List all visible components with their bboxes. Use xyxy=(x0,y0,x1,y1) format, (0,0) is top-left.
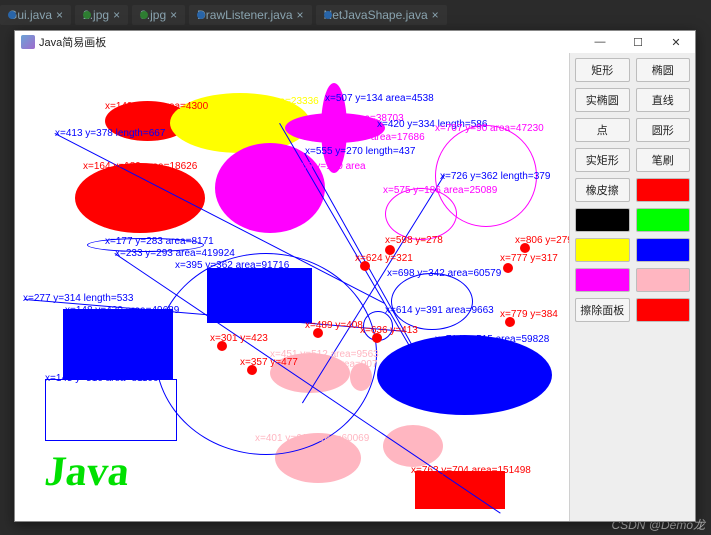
fill-oval-tool-button[interactable]: 实椭圆 xyxy=(575,88,630,112)
filled-ellipse xyxy=(75,163,205,233)
dot xyxy=(503,263,513,273)
shape-label: x=164 y=189 area=18626 xyxy=(83,161,197,172)
app-window: Java简易画板 — ☐ ✕ x=149 y=87 area=4300x=275… xyxy=(14,30,696,522)
color-swatch[interactable] xyxy=(636,298,691,322)
shape-label: x=806 y=279 xyxy=(515,235,569,246)
shape-label: x=489 y=408 xyxy=(305,320,363,331)
app-icon xyxy=(21,35,35,49)
shape-label: x=714 y=515 area=59828 xyxy=(435,334,549,345)
shape-label: x=277 y=314 length=533 xyxy=(23,293,133,304)
tool-panel: 矩形 椭圆 实椭圆 直线 点 圆形 实矩形 笔刷 橡皮擦 xyxy=(569,53,695,521)
shape-label: x=763 y=704 area=151498 xyxy=(411,465,531,476)
filled-rect xyxy=(415,471,505,509)
color-swatch[interactable] xyxy=(575,208,630,232)
shape-label: x=177 y=283 area=8171 xyxy=(105,236,214,247)
rect-tool-button[interactable]: 矩形 xyxy=(575,58,630,82)
editor-tab[interactable]: Gui.java × xyxy=(0,5,71,25)
shape-label: x=395 y=362 area=91716 xyxy=(175,260,289,271)
shape-label: x=707 y=90 area=47230 xyxy=(435,123,544,134)
titlebar[interactable]: Java简易画板 — ☐ ✕ xyxy=(15,31,695,54)
shape-label: x=698 y=342 area=60579 xyxy=(387,268,501,279)
shape-label: x=413 y=378 length=667 xyxy=(55,128,165,139)
shape-label: area=17686 xyxy=(371,132,425,143)
color-swatch[interactable] xyxy=(636,238,691,262)
shape-label: x=401 y=619 area=60069 xyxy=(255,433,369,444)
shape-label: x=148 y=430 area=49689 xyxy=(65,305,179,316)
color-swatch[interactable] xyxy=(636,178,691,202)
color-swatch[interactable] xyxy=(575,268,630,292)
stroke-ellipse xyxy=(391,273,473,330)
stroke-rect xyxy=(45,379,177,441)
color-swatch[interactable] xyxy=(636,268,691,292)
maximize-button[interactable]: ☐ xyxy=(619,31,657,53)
filled-ellipse xyxy=(383,425,443,467)
java-signature: Java xyxy=(42,448,131,496)
eraser-button[interactable]: 橡皮擦 xyxy=(575,178,630,202)
color-swatch[interactable] xyxy=(575,238,630,262)
editor-tabs: Gui.java × 2.jpg × 3.jpg × DrawListener.… xyxy=(0,4,447,26)
dot-tool-button[interactable]: 点 xyxy=(575,118,630,142)
shape-label: x=575 y=186 area=25089 xyxy=(383,185,497,196)
shape-label: x=233 y=293 area=419924 xyxy=(115,248,235,259)
shape-label: x=614 y=391 area=9663 xyxy=(385,305,494,316)
shape-label: x=365 y=190 area xyxy=(285,161,366,172)
filled-rect xyxy=(63,309,173,379)
shape-label: x=357 y=477 xyxy=(240,357,298,368)
shape-label: x=777 y=317 xyxy=(500,253,558,264)
shape-label: x=779 y=384 xyxy=(500,309,558,320)
line-tool-button[interactable]: 直线 xyxy=(636,88,691,112)
editor-tab[interactable]: 3.jpg × xyxy=(132,5,185,25)
minimize-button[interactable]: — xyxy=(581,31,619,53)
oval-tool-button[interactable]: 椭圆 xyxy=(636,58,691,82)
color-swatch[interactable] xyxy=(636,208,691,232)
shape-label: x=726 y=362 length=379 xyxy=(440,171,550,182)
shape-label: x=145 y=516 area=81100 xyxy=(45,373,159,384)
drawing-canvas[interactable]: x=149 y=87 area=4300x=275 y=96 area=2333… xyxy=(15,53,569,521)
brush-tool-button[interactable]: 笔刷 xyxy=(636,148,691,172)
shape-label: x=301 y=423 xyxy=(210,333,268,344)
shape-label: x=555 y=270 length=437 xyxy=(305,146,415,157)
circle-tool-button[interactable]: 圆形 xyxy=(636,118,691,142)
fill-rect-tool-button[interactable]: 实矩形 xyxy=(575,148,630,172)
editor-tab[interactable]: NetJavaShape.java × xyxy=(316,5,447,25)
close-button[interactable]: ✕ xyxy=(657,31,695,53)
shape-label: area=907 xyxy=(335,359,378,370)
shape-label: x=275 y=96 area=23336 xyxy=(210,96,319,107)
shape-label: x=598 y=278 xyxy=(385,235,443,246)
shape-label: x=624 y=321 xyxy=(355,253,413,264)
clear-canvas-button[interactable]: 擦除面板 xyxy=(575,298,630,322)
shape-label: x=149 y=87 area=4300 xyxy=(105,101,208,112)
shape-label: x=507 y=134 area=4538 xyxy=(325,93,434,104)
editor-tab[interactable]: 2.jpg × xyxy=(75,5,128,25)
shape-label: x=636 y=413 xyxy=(360,325,418,336)
filled-ellipse xyxy=(377,335,552,415)
editor-tab[interactable]: DrawListener.java × xyxy=(189,5,311,25)
window-title: Java简易画板 xyxy=(39,34,106,50)
